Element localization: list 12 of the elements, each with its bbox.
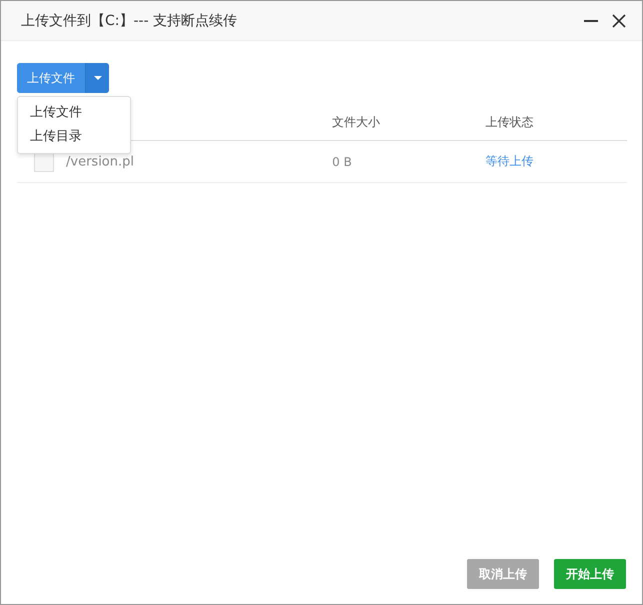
file-name: /version.pl — [66, 154, 134, 169]
close-icon[interactable] — [612, 14, 626, 28]
upload-status: 等待上传 — [485, 154, 534, 168]
caret-icon — [94, 76, 102, 80]
column-header: 上传状态 — [485, 115, 534, 129]
menu-item[interactable]: 上传目录 — [18, 125, 130, 149]
dropdown-button[interactable] — [85, 63, 109, 93]
start-button[interactable]: 开始上传 — [554, 559, 626, 589]
file-size: 0 B — [332, 154, 352, 168]
column-header: 文件大小 — [332, 115, 380, 129]
menu-item[interactable]: 上传文件 — [18, 101, 130, 125]
window-title: 上传文件到【C:】--- 支持断点续传 — [21, 12, 238, 30]
